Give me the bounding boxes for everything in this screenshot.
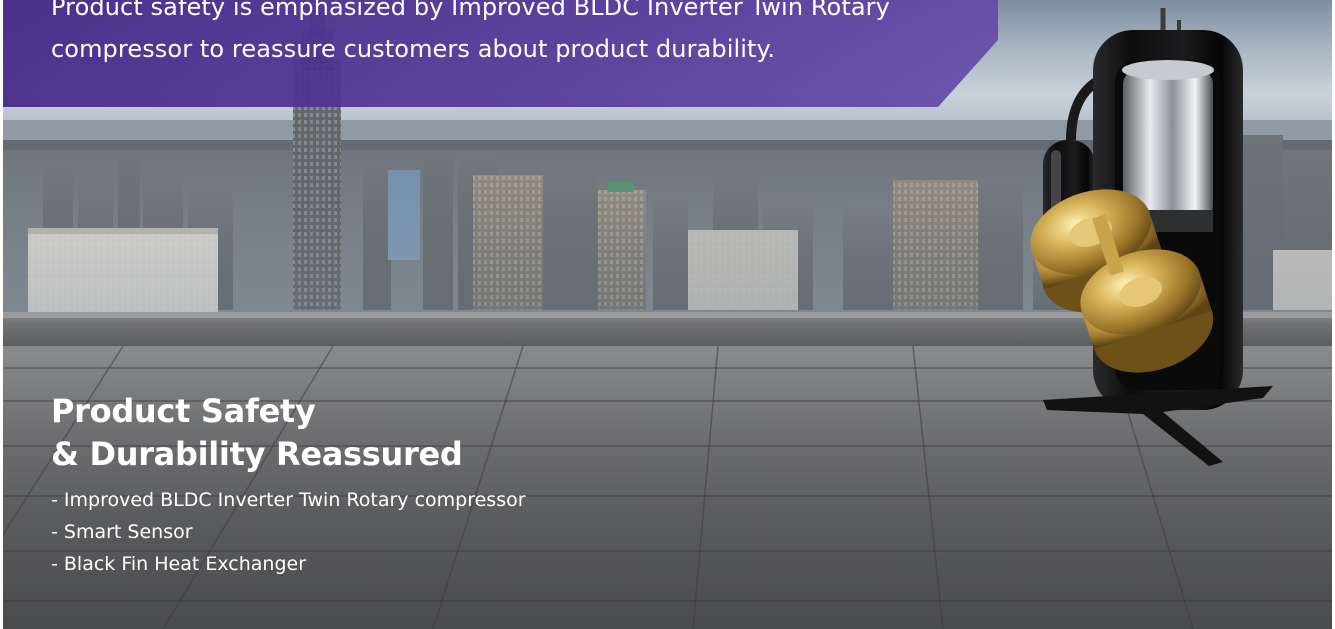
twin-rotary-compressor-image xyxy=(1030,8,1273,466)
intro-banner-text: Product safety is emphasized by Improved… xyxy=(51,0,890,63)
intro-banner: Product safety is emphasized by Improved… xyxy=(3,0,998,107)
feature-item: - Black Fin Heat Exchanger xyxy=(51,553,307,575)
hero-frame: Product safety is emphasized by Improved… xyxy=(3,0,1332,629)
headline-line-1: Product Safety xyxy=(51,392,316,430)
headline-line-2: & Durability Reassured xyxy=(51,435,463,473)
feature-item: - Smart Sensor xyxy=(51,521,193,543)
feature-list: - Improved BLDC Inverter Twin Rotary com… xyxy=(51,484,526,580)
feature-item: - Improved BLDC Inverter Twin Rotary com… xyxy=(51,489,526,511)
headline: Product Safety & Durability Reassured xyxy=(51,390,463,476)
